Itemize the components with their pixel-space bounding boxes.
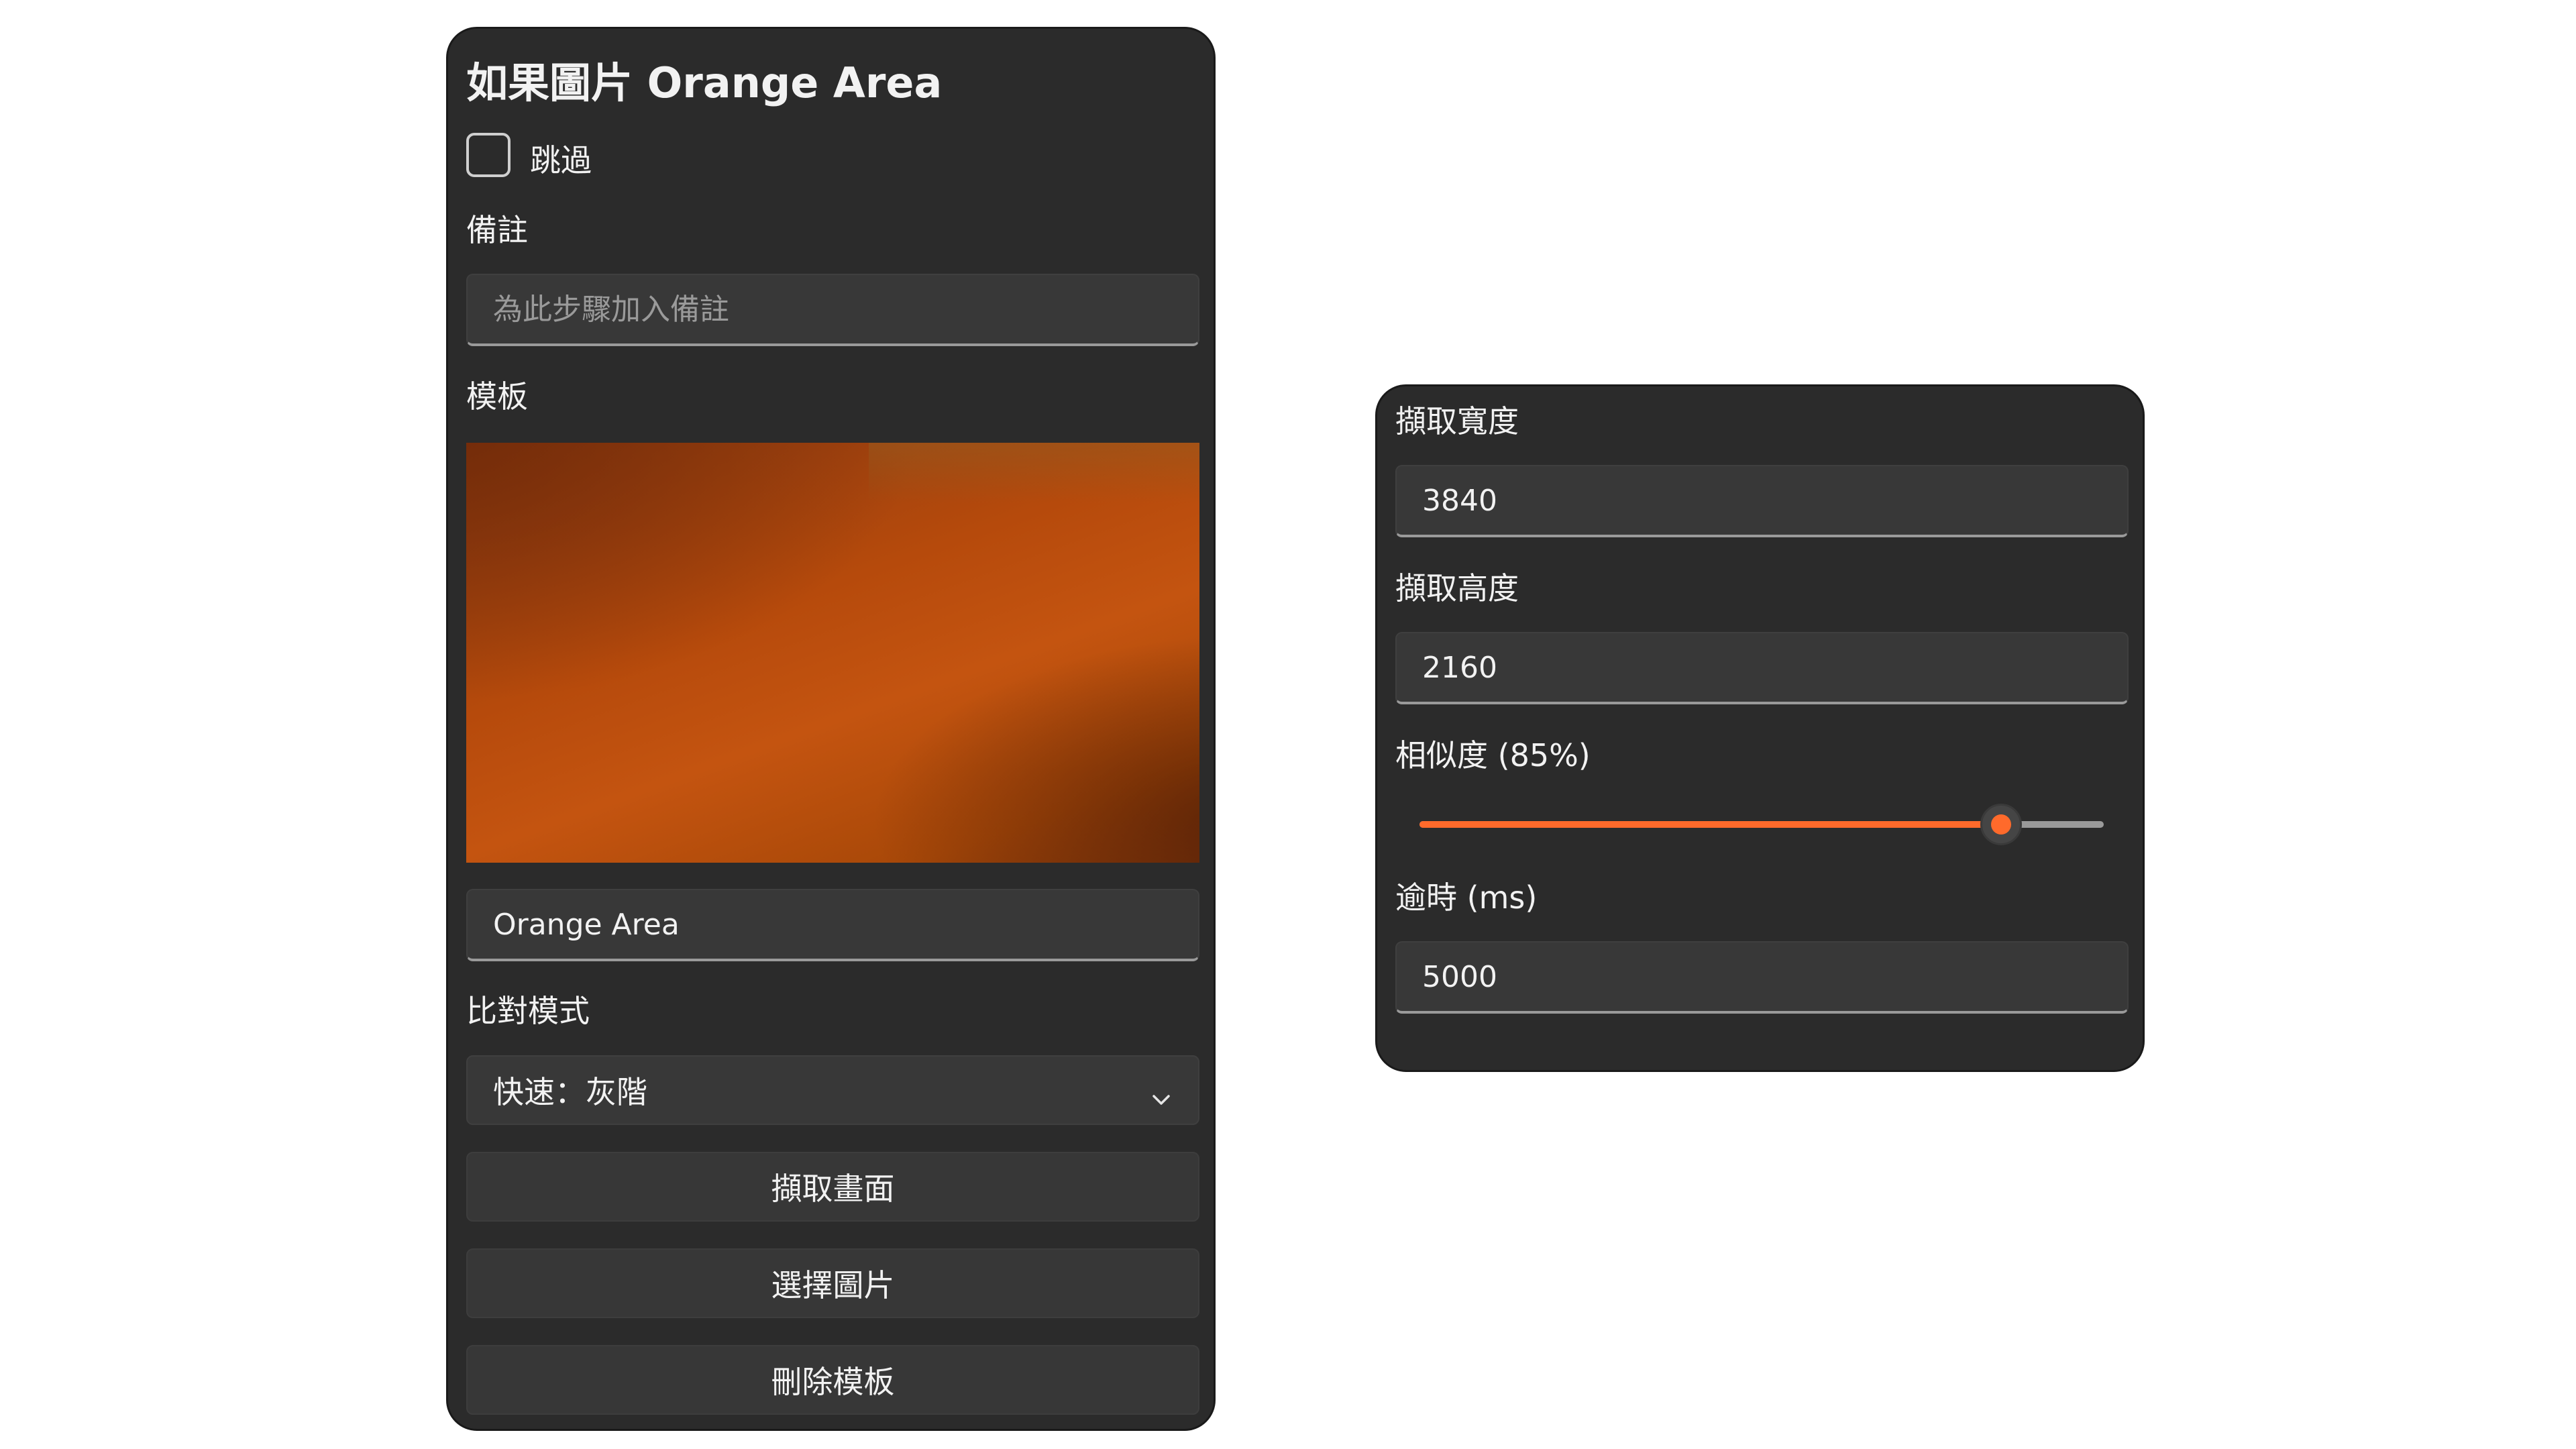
similarity-slider[interactable] (1419, 804, 2104, 845)
if-image-step-panel: 如果圖片 Orange Area 跳過 備註 模板 比對模式 快速：灰階 擷取畫… (446, 27, 1216, 1431)
template-image-preview (466, 443, 1199, 863)
similarity-slider-fill (1419, 821, 2001, 828)
note-label: 備註 (466, 212, 528, 248)
capture-screen-button[interactable]: 擷取畫面 (466, 1152, 1199, 1222)
capture-height-label: 擷取高度 (1395, 570, 1519, 606)
delete-template-button[interactable]: 刪除模板 (466, 1345, 1199, 1415)
template-label: 模板 (466, 378, 528, 415)
capture-settings-panel: 擷取寬度 擷取高度 相似度 (85%) 逾時 (ms) (1375, 384, 2145, 1072)
timeout-label: 逾時 (ms) (1395, 879, 1538, 916)
compare-mode-select[interactable]: 快速：灰階 (466, 1055, 1199, 1125)
compare-mode-label: 比對模式 (466, 993, 590, 1029)
skip-checkbox[interactable] (466, 133, 511, 177)
similarity-label: 相似度 (85%) (1395, 737, 1591, 773)
template-name-input[interactable] (466, 889, 1199, 961)
capture-width-input[interactable] (1395, 465, 2129, 537)
step-title: 如果圖片 Orange Area (466, 58, 943, 107)
timeout-input[interactable] (1395, 941, 2129, 1014)
compare-mode-selected-value: 快速：灰階 (493, 1074, 647, 1110)
chevron-down-icon (1151, 1081, 1171, 1117)
skip-label: 跳過 (530, 142, 592, 178)
capture-height-input[interactable] (1395, 632, 2129, 704)
note-input[interactable] (466, 274, 1199, 346)
similarity-slider-thumb[interactable] (1980, 804, 2022, 845)
choose-image-button[interactable]: 選擇圖片 (466, 1248, 1199, 1318)
capture-width-label: 擷取寬度 (1395, 403, 1519, 439)
